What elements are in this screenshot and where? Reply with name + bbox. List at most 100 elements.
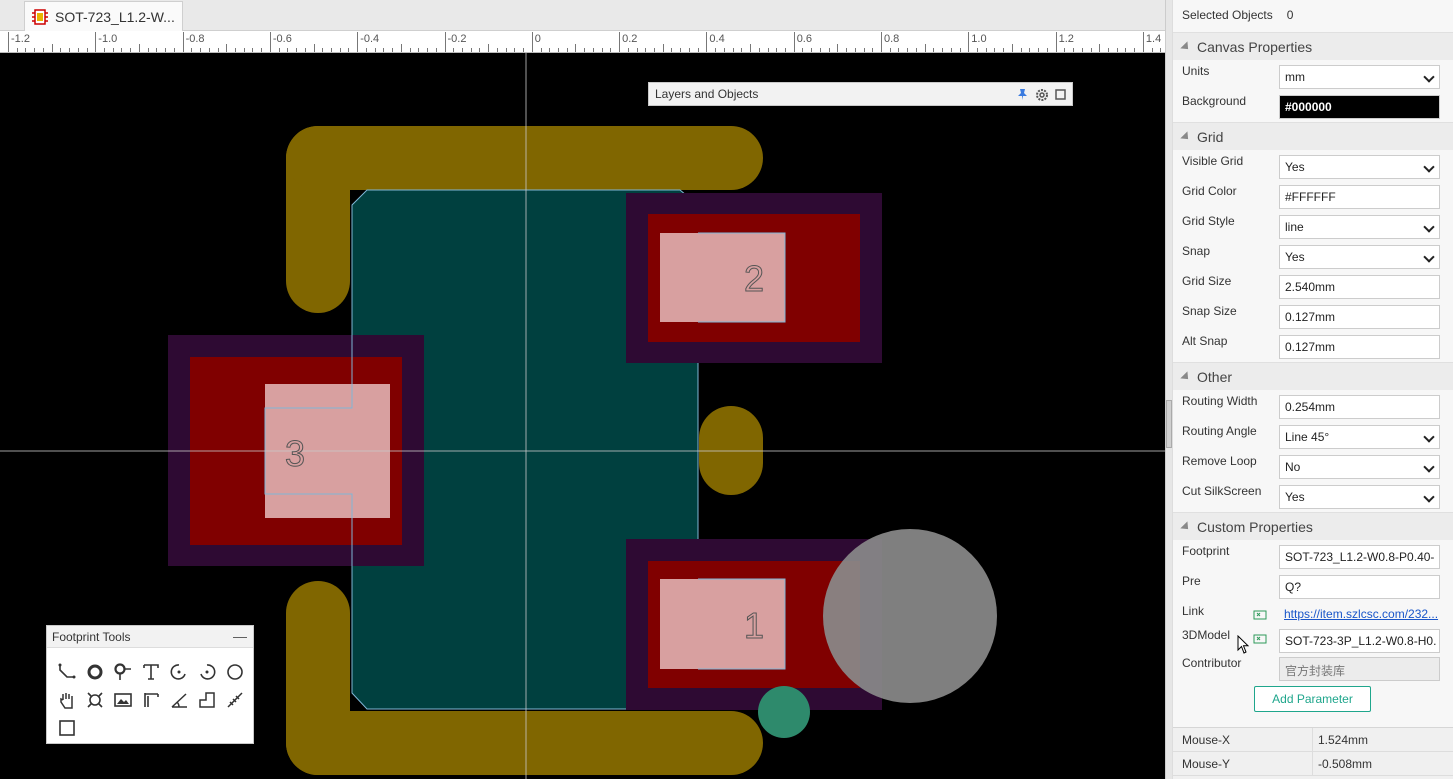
track-icon[interactable] xyxy=(53,658,81,686)
grid-color-row: Grid Color #FFFFFF xyxy=(1173,180,1453,210)
add-parameter-button[interactable]: Add Parameter xyxy=(1254,686,1371,712)
ruler-tick xyxy=(671,48,673,52)
ruler-tick xyxy=(1038,48,1040,52)
visible-grid-select[interactable]: Yes xyxy=(1279,155,1440,179)
ruler-tick xyxy=(662,44,664,52)
mouse-cursor-icon xyxy=(1237,635,1250,654)
ruler-tick xyxy=(846,48,848,52)
ruler-tick xyxy=(313,44,315,52)
ruler-tick xyxy=(715,48,717,52)
footprint-tools-panel[interactable]: Footprint Tools — xyxy=(46,625,254,744)
ruler-tick xyxy=(1134,48,1136,52)
routing-width-input[interactable]: 0.254mm xyxy=(1279,395,1440,419)
ruler-tick xyxy=(1107,48,1109,52)
hole-icon[interactable] xyxy=(81,686,109,714)
ruler-tick xyxy=(365,48,367,52)
ruler-tick xyxy=(496,48,498,52)
image-icon[interactable] xyxy=(109,686,137,714)
ruler-tick xyxy=(25,48,27,52)
footprint-tools-header[interactable]: Footprint Tools — xyxy=(47,626,253,648)
3dmodel-input[interactable]: SOT-723-3P_L1.2-W0.8-H0. xyxy=(1279,629,1440,653)
dimension-icon[interactable] xyxy=(137,686,165,714)
open-link-icon[interactable] xyxy=(1253,608,1267,620)
background-color-field[interactable]: #000000 xyxy=(1279,95,1440,119)
pad-1-number: 1 xyxy=(744,605,764,646)
contributor-label: Contributor xyxy=(1182,656,1242,670)
gear-icon[interactable] xyxy=(1034,87,1049,102)
ruler-tick xyxy=(392,48,394,52)
other-header[interactable]: Other xyxy=(1173,362,1453,390)
grid-style-select[interactable]: line xyxy=(1279,215,1440,239)
pan-hand-icon[interactable] xyxy=(53,686,81,714)
remove-loop-select[interactable]: No xyxy=(1279,455,1440,479)
ruler-tick xyxy=(348,48,350,52)
ruler-tick xyxy=(898,48,900,52)
ruler-tick xyxy=(924,44,926,52)
ruler-tick xyxy=(51,44,53,52)
ruler-label: -0.2 xyxy=(447,33,467,45)
grid-title: Grid xyxy=(1197,128,1224,145)
ruler-tick xyxy=(750,44,752,52)
document-tab[interactable]: SOT-723_L1.2-W... xyxy=(24,1,183,31)
routing-width-label: Routing Width xyxy=(1182,394,1258,408)
snap-select[interactable]: Yes xyxy=(1279,245,1440,269)
ruler-tick xyxy=(1090,48,1092,52)
grid-style-label: Grid Style xyxy=(1182,214,1235,228)
snap-size-input[interactable]: 0.127mm xyxy=(1279,305,1440,329)
routing-angle-select[interactable]: Line 45° xyxy=(1279,425,1440,449)
polygon-icon[interactable] xyxy=(193,686,221,714)
ruler-tick xyxy=(1029,48,1031,52)
text-icon[interactable] xyxy=(137,658,165,686)
ruler-tick xyxy=(523,48,525,52)
angle-icon[interactable] xyxy=(165,686,193,714)
routing-angle-row: Routing Angle Line 45° xyxy=(1173,420,1453,450)
alt-snap-label: Alt Snap xyxy=(1182,334,1228,348)
via-icon[interactable] xyxy=(109,658,137,686)
contributor-row: Contributor 官方封装库 xyxy=(1173,652,1453,682)
ruler-tick xyxy=(950,48,952,52)
measure-icon[interactable] xyxy=(221,686,249,714)
arc-icon[interactable] xyxy=(165,658,193,686)
ruler-label: 0 xyxy=(534,33,541,45)
selected-objects-label: Selected Objects xyxy=(1182,8,1273,22)
ruler-tick xyxy=(706,32,708,52)
cut-silkscreen-label: Cut SilkScreen xyxy=(1182,484,1262,498)
open-3dmodel-icon[interactable] xyxy=(1253,632,1267,644)
custom-properties-header[interactable]: Custom Properties xyxy=(1173,512,1453,540)
alt-snap-input[interactable]: 0.127mm xyxy=(1279,335,1440,359)
ruler-tick xyxy=(173,48,175,52)
canvas-properties-header[interactable]: Canvas Properties xyxy=(1173,32,1453,60)
ruler-tick xyxy=(627,48,629,52)
pre-label: Pre xyxy=(1182,574,1201,588)
units-select[interactable]: mm xyxy=(1279,65,1440,89)
ruler-tick xyxy=(837,44,839,52)
minimize-icon[interactable]: — xyxy=(233,628,247,644)
grid-size-input[interactable]: 2.540mm xyxy=(1279,275,1440,299)
pin-icon[interactable] xyxy=(1015,87,1030,102)
ruler-tick xyxy=(357,32,359,52)
routing-width-row: Routing Width 0.254mm xyxy=(1173,390,1453,420)
pad-icon[interactable] xyxy=(81,658,109,686)
ruler-tick xyxy=(261,48,263,52)
pre-input[interactable]: Q? xyxy=(1279,575,1440,599)
ruler-tick xyxy=(461,48,463,52)
ruler-tick xyxy=(531,32,533,52)
ruler-tick xyxy=(802,48,804,52)
rectangle-icon[interactable] xyxy=(53,714,81,742)
status-area: Mouse-X 1.524mm Mouse-Y -0.508mm xyxy=(1173,727,1453,779)
grid-header[interactable]: Grid xyxy=(1173,122,1453,150)
ruler-tick xyxy=(234,48,236,52)
circle-icon[interactable] xyxy=(221,658,249,686)
layers-objects-panel[interactable]: Layers and Objects xyxy=(648,82,1073,106)
3dmodel-label: 3DModel xyxy=(1182,628,1231,642)
footprint-input[interactable]: SOT-723_L1.2-W0.8-P0.40- xyxy=(1279,545,1440,569)
grid-color-field[interactable]: #FFFFFF xyxy=(1279,185,1440,209)
maximize-icon[interactable] xyxy=(1053,87,1068,102)
routing-angle-label: Routing Angle xyxy=(1182,424,1257,438)
arc-ccw-icon[interactable] xyxy=(193,658,221,686)
cut-silkscreen-select[interactable]: Yes xyxy=(1279,485,1440,509)
horizontal-ruler[interactable]: -1.2 -1.0 -0.8 -0.6 -0.4 -0.2 0 0.2 0.4 0.6 0.8 1.0… xyxy=(0,31,1165,53)
ruler-tick xyxy=(1099,44,1101,52)
collapse-triangle-icon xyxy=(1180,40,1192,53)
panel-splitter[interactable] xyxy=(1165,0,1172,779)
